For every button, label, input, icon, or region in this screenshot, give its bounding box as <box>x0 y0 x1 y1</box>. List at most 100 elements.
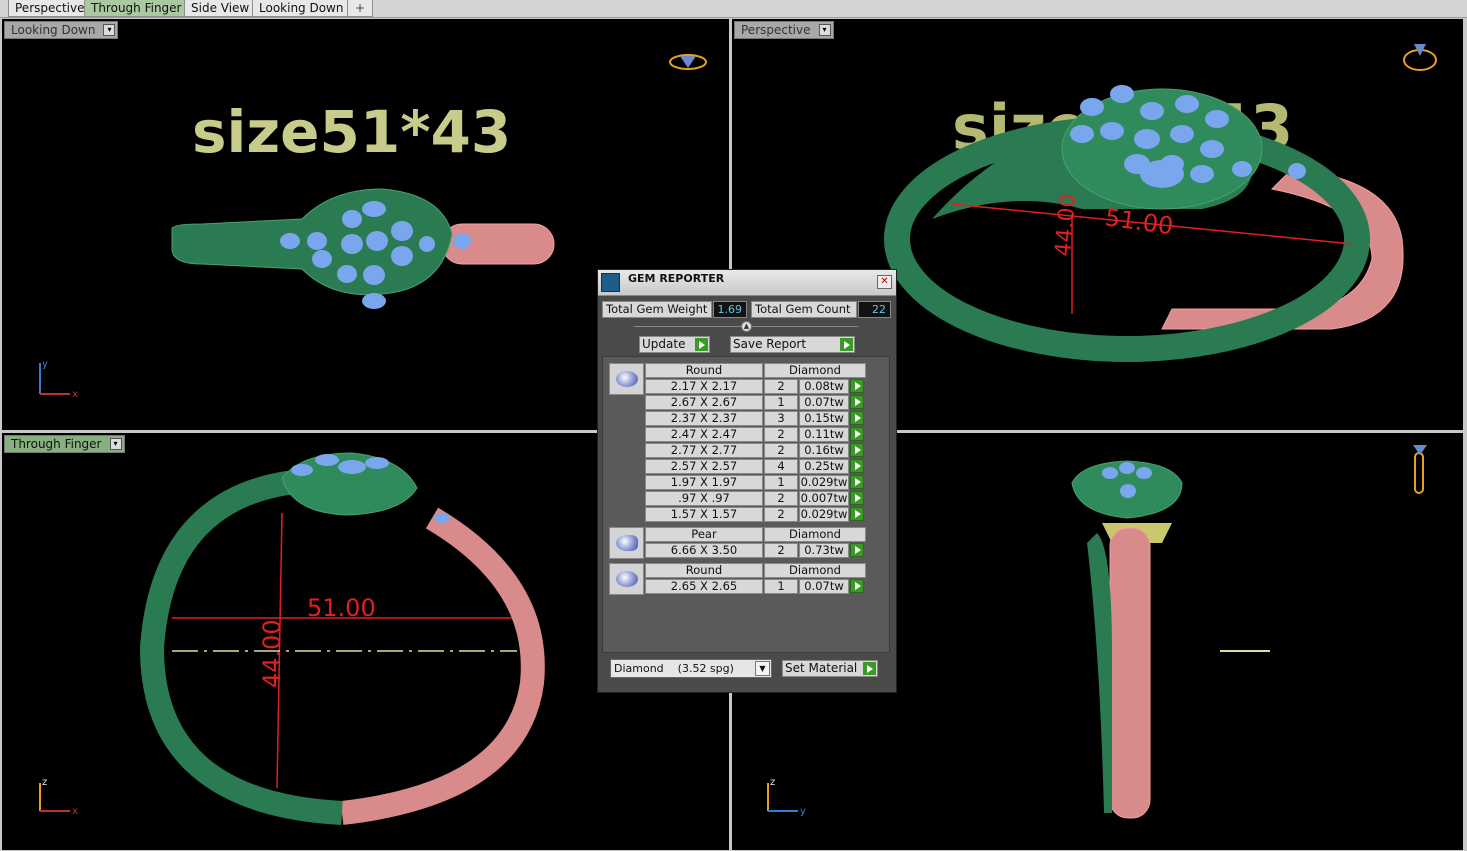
axis-gizmo-zy: z y <box>767 777 806 817</box>
gem-count-cell: 2 <box>764 443 798 458</box>
collapse-icon[interactable]: ▲ <box>741 321 752 332</box>
viewport-label-text: Looking Down <box>11 23 96 37</box>
gem-row-play-button[interactable] <box>850 491 864 505</box>
dialog-title: GEM REPORTER <box>628 272 725 285</box>
set-material-button[interactable]: Set Material <box>782 660 878 677</box>
gem-count-cell: 2 <box>764 491 798 506</box>
svg-text:y: y <box>42 359 48 370</box>
svg-text:x: x <box>72 389 78 400</box>
gem-weight-cell: 0.08tw <box>799 379 849 394</box>
update-button[interactable]: Update <box>639 336 710 353</box>
gem-weight-cell: 0.25tw <box>799 459 849 474</box>
gem-weight-cell: 0.007tw <box>799 491 849 506</box>
svg-text:51.00: 51.00 <box>307 594 376 622</box>
gem-row-play-button[interactable] <box>850 411 864 425</box>
gem-weight-cell: 0.029tw <box>799 507 849 522</box>
gem-row-play-button[interactable] <box>850 507 864 521</box>
gem-reporter-icon <box>601 273 620 292</box>
viewport-label-through-finger[interactable]: Through Finger ▾ <box>4 435 125 453</box>
gem-size-cell: 1.57 X 1.57 <box>645 507 763 522</box>
gem-weight-cell: 0.16tw <box>799 443 849 458</box>
gem-size-cell: 2.37 X 2.37 <box>645 411 763 426</box>
svg-text:x: x <box>72 806 78 817</box>
chevron-down-icon[interactable]: ▼ <box>755 661 770 676</box>
gem-count-cell: 2 <box>764 379 798 394</box>
axis-gizmo-yx: y x <box>39 359 78 400</box>
gem-size-cell: 2.57 X 2.57 <box>645 459 763 474</box>
svg-text:z: z <box>42 777 47 788</box>
material-select[interactable]: Diamond (3.52 spg) ▼ <box>610 659 772 678</box>
gem-shape-header: Pear <box>645 527 763 542</box>
gem-row-play-button[interactable] <box>850 579 864 593</box>
gem-shape-header: Round <box>645 563 763 578</box>
gem-size-cell: 2.17 X 2.17 <box>645 379 763 394</box>
gem-size-cell: 2.67 X 2.67 <box>645 395 763 410</box>
total-weight-value: 1.69 <box>713 301 747 318</box>
round-gem-icon <box>609 563 644 595</box>
svg-text:y: y <box>800 806 806 817</box>
gem-size-cell: 1.97 X 1.97 <box>645 475 763 490</box>
gem-weight-cell: 0.11tw <box>799 427 849 442</box>
gem-material-header: Diamond <box>764 563 866 578</box>
set-material-button-label: Set Material <box>785 661 858 675</box>
save-report-button[interactable]: Save Report <box>730 336 855 353</box>
size-label-text: size51*43 <box>192 98 511 166</box>
gem-row-play-button[interactable] <box>850 543 864 557</box>
gem-weight-cell: 0.07tw <box>799 395 849 410</box>
gem-weight-cell: 0.15tw <box>799 411 849 426</box>
chevron-down-icon[interactable]: ▾ <box>818 24 831 36</box>
gem-row-play-button[interactable] <box>850 443 864 457</box>
gem-count-cell: 1 <box>764 475 798 490</box>
play-icon <box>695 338 708 351</box>
tab-through-finger[interactable]: Through Finger <box>84 0 189 17</box>
gem-material-header: Diamond <box>764 527 866 542</box>
tab-looking-down[interactable]: Looking Down <box>252 0 351 17</box>
total-weight-label: Total Gem Weight <box>602 301 712 318</box>
gem-size-cell: 2.77 X 2.77 <box>645 443 763 458</box>
gem-row-play-button[interactable] <box>850 395 864 409</box>
viewport-label-looking-down[interactable]: Looking Down ▾ <box>4 21 119 39</box>
plus-icon: + <box>354 1 366 15</box>
total-count-label: Total Gem Count <box>751 301 857 318</box>
viewport-label-perspective[interactable]: Perspective ▾ <box>734 21 834 39</box>
gem-row-play-button[interactable] <box>850 459 864 473</box>
chevron-down-icon[interactable]: ▾ <box>109 438 122 450</box>
svg-text:44.00: 44.00 <box>1051 193 1081 258</box>
gem-size-cell: .97 X .97 <box>645 491 763 506</box>
gem-count-cell: 2 <box>764 507 798 522</box>
gem-row-play-button[interactable] <box>850 379 864 393</box>
gem-count-cell: 3 <box>764 411 798 426</box>
viewport-label-text: Perspective <box>741 23 811 37</box>
gem-list-panel: Round Diamond 2.17 X 2.17 2 0.08tw 2.67 X 2… <box>602 356 890 653</box>
round-gem-icon <box>609 363 644 395</box>
add-tab-button[interactable]: + <box>347 0 373 17</box>
gem-count-cell: 2 <box>764 427 798 442</box>
ring-orientation-icon <box>669 54 707 70</box>
gem-size-cell: 2.65 X 2.65 <box>645 579 763 594</box>
tab-side-view[interactable]: Side View <box>184 0 257 17</box>
total-count-value: 22 <box>858 301 891 318</box>
dialog-titlebar[interactable]: GEM REPORTER ✕ <box>598 270 896 296</box>
tab-perspective[interactable]: Perspective <box>8 0 92 17</box>
gem-row-play-button[interactable] <box>850 475 864 489</box>
close-icon[interactable]: ✕ <box>877 275 892 289</box>
gem-count-cell: 2 <box>764 543 798 558</box>
view-tab-bar: Perspective Through Finger Side View Loo… <box>0 0 1467 18</box>
play-icon <box>863 662 876 675</box>
material-select-value: Diamond (3.52 spg) <box>614 662 734 675</box>
gem-count-cell: 1 <box>764 579 798 594</box>
ring-orientation-icon <box>1413 445 1427 494</box>
app-window: Perspective Through Finger Side View Loo… <box>0 0 1467 851</box>
ring-orientation-icon <box>1403 44 1437 71</box>
update-button-label: Update <box>642 337 686 351</box>
play-icon <box>840 338 853 351</box>
gem-reporter-dialog: GEM REPORTER ✕ Total Gem Weight 1.69 Tot… <box>597 269 897 693</box>
gem-row-play-button[interactable] <box>850 427 864 441</box>
gem-shape-header: Round <box>645 363 763 378</box>
gem-count-cell: 4 <box>764 459 798 474</box>
chevron-down-icon[interactable]: ▾ <box>103 24 116 36</box>
gem-count-cell: 1 <box>764 395 798 410</box>
gem-size-cell: 6.66 X 3.50 <box>645 543 763 558</box>
svg-text:44.00: 44.00 <box>258 619 286 688</box>
gem-weight-cell: 0.029tw <box>799 475 849 490</box>
